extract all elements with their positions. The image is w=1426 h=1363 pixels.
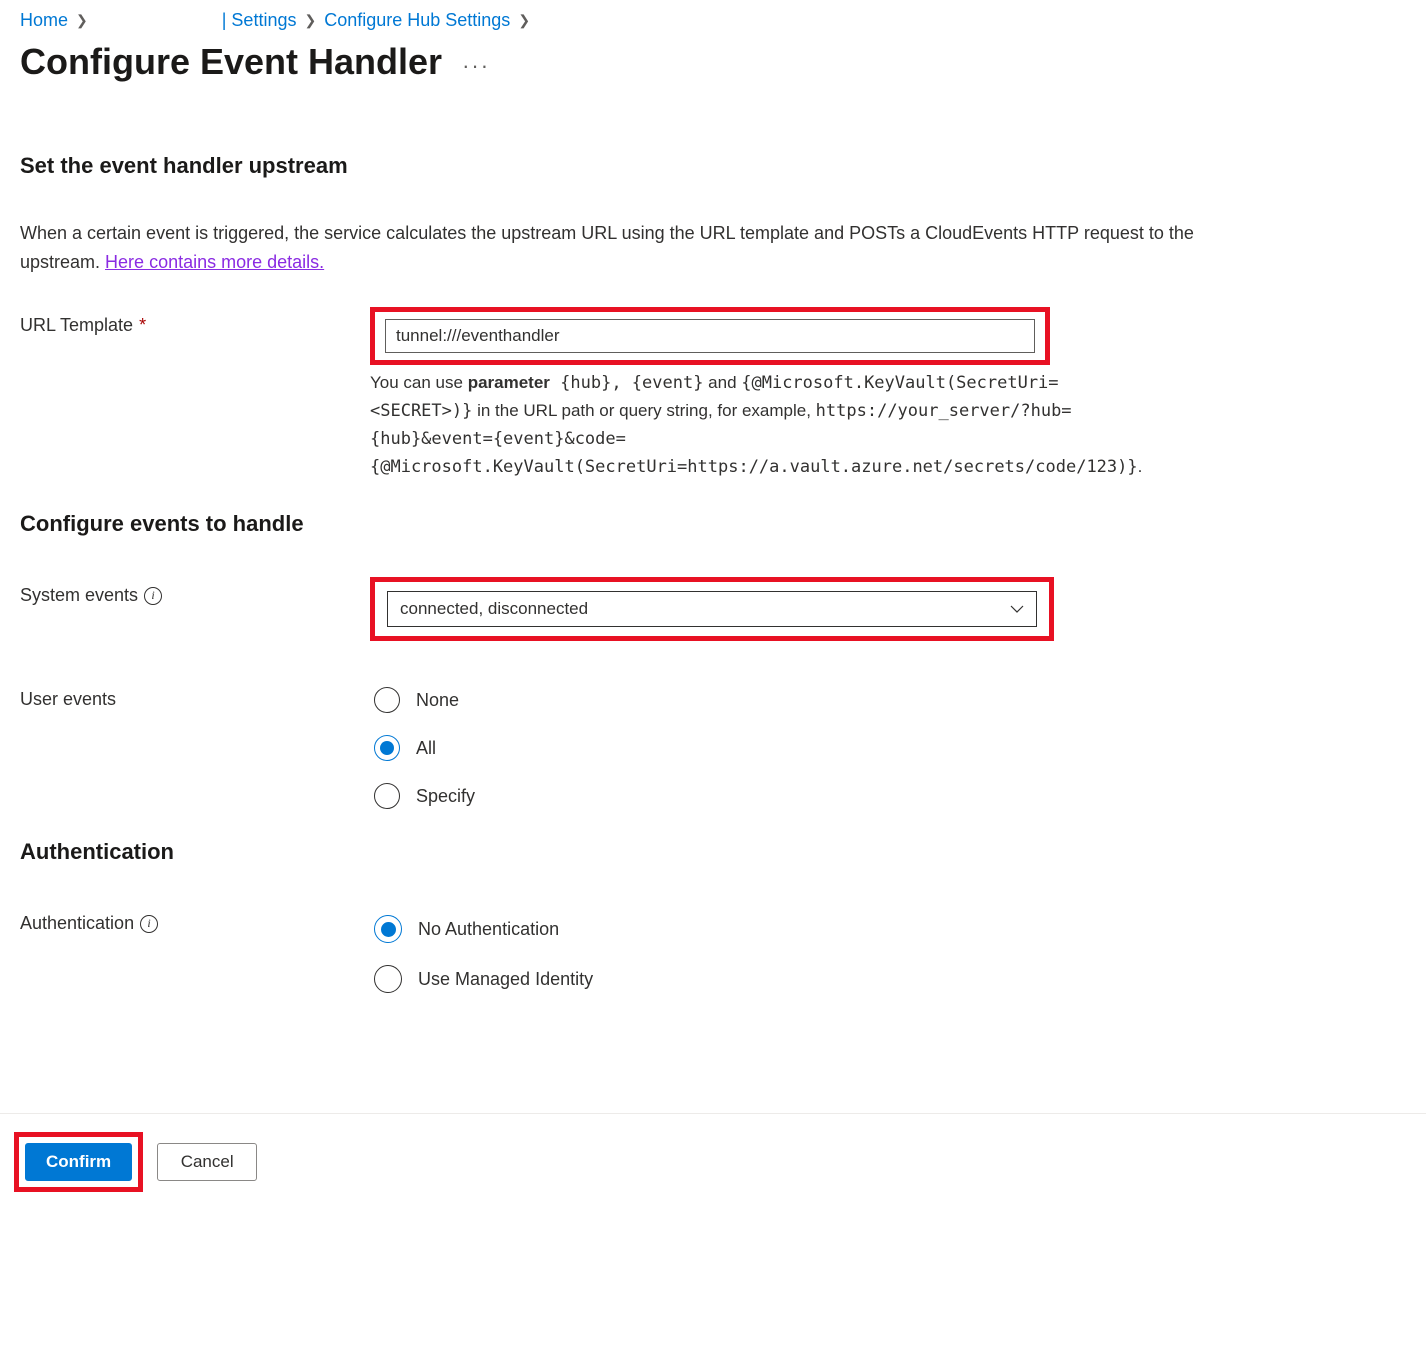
section-events-heading: Configure events to handle [20, 511, 1406, 537]
breadcrumb-configure-hub[interactable]: Configure Hub Settings [324, 10, 510, 31]
chevron-right-icon: ❯ [518, 12, 530, 29]
chevron-right-icon: ❯ [76, 12, 88, 29]
url-template-highlight [370, 307, 1050, 365]
radio-label: All [416, 738, 436, 759]
breadcrumb-home[interactable]: Home [20, 10, 68, 31]
user-events-label: User events [20, 681, 370, 710]
cancel-button[interactable]: Cancel [157, 1143, 257, 1181]
radio-icon [374, 965, 402, 993]
breadcrumb-settings[interactable]: | Settings [222, 10, 297, 31]
chevron-down-icon [1010, 602, 1024, 616]
more-actions-button[interactable]: ··· [462, 45, 490, 79]
breadcrumb: Home ❯ | Settings ❯ Configure Hub Settin… [20, 10, 1406, 31]
url-template-help: You can use parameter {hub}, {event} and… [370, 369, 1130, 482]
required-indicator: * [139, 315, 146, 336]
page-title: Configure Event Handler [20, 41, 442, 83]
system-events-label: System events i [20, 577, 370, 606]
info-icon[interactable]: i [144, 587, 162, 605]
auth-none-radio[interactable]: No Authentication [374, 911, 1370, 943]
upstream-description: When a certain event is triggered, the s… [20, 219, 1220, 277]
confirm-button[interactable]: Confirm [25, 1143, 132, 1181]
radio-icon [374, 735, 400, 761]
radio-label: Use Managed Identity [418, 969, 593, 990]
section-upstream-heading: Set the event handler upstream [20, 153, 1406, 179]
url-template-input[interactable] [385, 319, 1035, 353]
user-events-all-radio[interactable]: All [374, 735, 1370, 761]
system-events-value: connected, disconnected [400, 599, 588, 619]
auth-label: Authentication i [20, 905, 370, 934]
auth-radio-group: No Authentication Use Managed Identity [370, 905, 1370, 993]
system-events-highlight: connected, disconnected [370, 577, 1054, 641]
auth-managed-radio[interactable]: Use Managed Identity [374, 965, 1370, 993]
info-icon[interactable]: i [140, 915, 158, 933]
radio-label: Specify [416, 786, 475, 807]
user-events-radio-group: None All Specify [370, 681, 1370, 809]
radio-label: None [416, 690, 459, 711]
chevron-right-icon: ❯ [304, 12, 316, 29]
url-template-label: URL Template * [20, 307, 370, 336]
system-events-select[interactable]: connected, disconnected [387, 591, 1037, 627]
radio-icon [374, 915, 402, 943]
user-events-specify-radio[interactable]: Specify [374, 783, 1370, 809]
radio-icon [374, 687, 400, 713]
user-events-none-radio[interactable]: None [374, 687, 1370, 713]
radio-label: No Authentication [418, 919, 559, 940]
section-auth-heading: Authentication [20, 839, 1406, 865]
radio-icon [374, 783, 400, 809]
confirm-highlight: Confirm [14, 1132, 143, 1192]
upstream-details-link[interactable]: Here contains more details. [105, 252, 324, 272]
footer-actions: Confirm Cancel [0, 1114, 1426, 1222]
